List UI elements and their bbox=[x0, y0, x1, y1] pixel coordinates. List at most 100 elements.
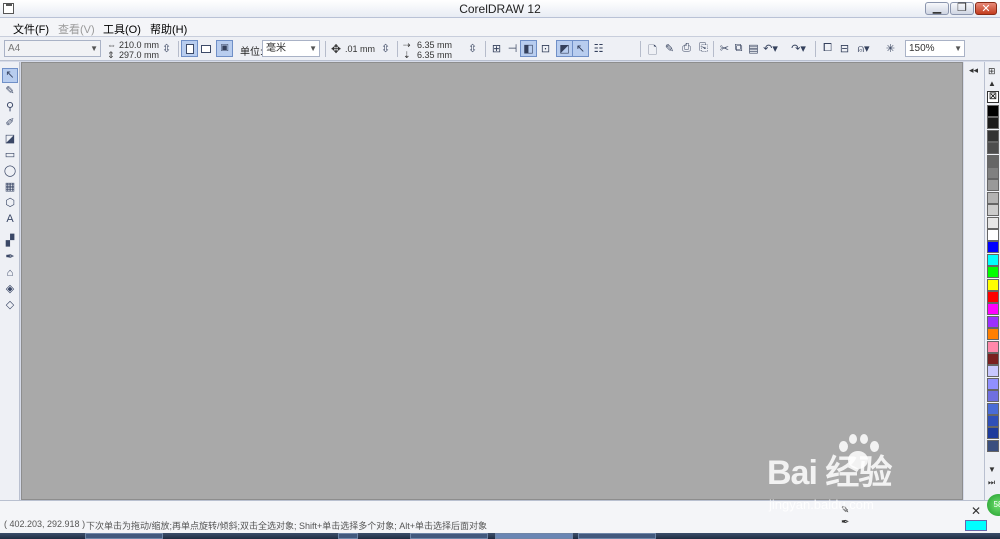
spin-button[interactable]: ⇳ bbox=[158, 40, 175, 57]
color-swatch[interactable] bbox=[987, 415, 999, 427]
interactive-blend-tool[interactable]: ▞ bbox=[2, 234, 18, 249]
treat-as-filled-button[interactable]: ◩ bbox=[556, 40, 573, 57]
menu-help[interactable]: 帮助(H) bbox=[150, 21, 187, 37]
color-swatch[interactable] bbox=[987, 377, 999, 390]
snap-grid-button[interactable]: ⊞ bbox=[488, 40, 505, 57]
menu-file[interactable]: 文件(F) bbox=[13, 21, 49, 37]
color-swatch[interactable] bbox=[987, 129, 999, 142]
outline-tool[interactable]: ⌂ bbox=[2, 266, 18, 281]
color-swatch[interactable] bbox=[987, 142, 999, 155]
duplicate-x-field[interactable]: 6.35 mm bbox=[417, 40, 452, 50]
ellipse-tool[interactable]: ◯ bbox=[2, 164, 18, 179]
landscape-button[interactable] bbox=[197, 40, 214, 57]
smart-fill-tool[interactable]: ◪ bbox=[2, 132, 18, 147]
color-swatch[interactable] bbox=[987, 340, 999, 353]
color-swatch[interactable] bbox=[987, 253, 999, 266]
color-swatch[interactable] bbox=[987, 291, 999, 303]
eyedropper-tool[interactable]: ✒ bbox=[2, 250, 18, 265]
page-size-select[interactable]: A4 ▼ bbox=[4, 40, 101, 57]
drawing-canvas[interactable] bbox=[21, 62, 963, 500]
nudge-field[interactable]: .01 mm bbox=[345, 44, 375, 54]
color-swatch[interactable] bbox=[987, 365, 999, 378]
outline-none-icon[interactable]: ✕ bbox=[966, 505, 986, 517]
collapse-docker-icon[interactable]: ◂◂ bbox=[969, 65, 978, 76]
property-bar: A4 ▼ ⇔ 210.0 mm ⇕ 297.0 mm ⇳ ▣ 单位: 毫米 ▼ … bbox=[0, 37, 1000, 61]
dynamic-guides-button[interactable]: ⊡ bbox=[537, 40, 554, 57]
options-button[interactable]: ☷ bbox=[590, 40, 607, 57]
text-tool[interactable]: A bbox=[2, 212, 18, 227]
pick-tool[interactable]: ↖ bbox=[2, 68, 18, 83]
export-button[interactable]: ⎘ bbox=[695, 40, 712, 57]
fill-color-indicator[interactable] bbox=[965, 520, 987, 531]
zoom-tool[interactable]: ⚲ bbox=[2, 100, 18, 115]
color-swatch[interactable] bbox=[987, 427, 999, 440]
zoom-select[interactable]: 150% ▼ bbox=[905, 40, 965, 57]
undo-button[interactable]: ↶▾ bbox=[762, 40, 779, 57]
color-swatch[interactable] bbox=[987, 390, 999, 403]
taskbar-button[interactable] bbox=[578, 533, 656, 539]
close-button[interactable]: ✕ bbox=[975, 2, 997, 15]
snap-objects-button[interactable]: ◧ bbox=[520, 40, 537, 57]
taskbar-button[interactable] bbox=[85, 533, 163, 539]
scroll-end-icon[interactable]: ⏭ bbox=[988, 478, 995, 488]
basic-shapes-tool[interactable]: ⬡ bbox=[2, 196, 18, 211]
snap-guides-button[interactable]: ⊣ bbox=[504, 40, 521, 57]
color-swatch[interactable] bbox=[987, 402, 999, 415]
color-swatch[interactable] bbox=[987, 229, 999, 241]
color-swatch[interactable] bbox=[987, 117, 999, 130]
all-pages-button[interactable]: ▣ bbox=[216, 40, 233, 57]
units-select[interactable]: 毫米 ▼ bbox=[262, 40, 320, 57]
color-swatch[interactable] bbox=[987, 266, 999, 279]
corel-online-button[interactable]: ✳ bbox=[882, 40, 899, 57]
page-width-field[interactable]: 210.0 mm bbox=[119, 40, 159, 50]
maximize-button[interactable]: ❐ bbox=[950, 2, 974, 15]
minimize-button[interactable]: ▁ bbox=[925, 2, 949, 15]
shape-tool[interactable]: ✎ bbox=[2, 84, 18, 99]
color-swatch[interactable] bbox=[987, 154, 999, 167]
color-swatch[interactable] bbox=[987, 105, 999, 117]
dynamic-guides-icon: ⊡ bbox=[540, 43, 551, 55]
dup-spin-button[interactable]: ⇳ bbox=[464, 40, 481, 57]
taskbar-button[interactable] bbox=[495, 533, 573, 539]
taskbar-button[interactable] bbox=[410, 533, 488, 539]
rectangle-tool[interactable]: ▭ bbox=[2, 148, 18, 163]
color-swatch[interactable] bbox=[987, 167, 999, 179]
page-height-field[interactable]: 297.0 mm bbox=[119, 50, 159, 60]
nudge-spin-button[interactable]: ⇳ bbox=[377, 40, 394, 57]
color-swatch[interactable] bbox=[987, 179, 999, 192]
color-swatch[interactable] bbox=[987, 191, 999, 204]
menu-view[interactable]: 查看(V) bbox=[58, 21, 95, 37]
scroll-up-icon[interactable]: ▲ bbox=[988, 79, 996, 88]
color-swatch[interactable] bbox=[987, 204, 999, 217]
color-swatch[interactable] bbox=[987, 241, 999, 254]
duplicate-y-field[interactable]: 6.35 mm bbox=[417, 50, 452, 60]
redo-button[interactable]: ↷▾ bbox=[790, 40, 807, 57]
interactive-fill-tool[interactable]: ◇ bbox=[2, 298, 18, 313]
import-button[interactable]: ⎙ bbox=[678, 40, 695, 57]
draw-behind-button[interactable]: ↖ bbox=[572, 40, 589, 57]
dup-y-icon: ⇣ bbox=[403, 50, 411, 60]
paste-button[interactable]: ▤ bbox=[745, 40, 762, 57]
arrange-button[interactable]: ⊟ bbox=[836, 40, 853, 57]
menu-tools[interactable]: 工具(O) bbox=[103, 21, 141, 37]
color-swatch[interactable] bbox=[987, 315, 999, 328]
color-swatch[interactable] bbox=[987, 328, 999, 341]
fill-tool[interactable]: ◈ bbox=[2, 282, 18, 297]
color-swatch[interactable] bbox=[987, 439, 999, 452]
new-doc-button[interactable]: 🗋 bbox=[644, 40, 661, 57]
separator bbox=[485, 41, 486, 57]
color-swatch[interactable] bbox=[987, 353, 999, 365]
freehand-tool[interactable]: ✐ bbox=[2, 116, 18, 131]
no-fill-swatch[interactable]: ⊠ bbox=[987, 91, 999, 103]
fill-dropdown-button[interactable]: ⍝▾ bbox=[855, 40, 872, 57]
graph-paper-tool[interactable]: ▦ bbox=[2, 180, 18, 195]
open-doc-button[interactable]: ✎ bbox=[661, 40, 678, 57]
color-swatch[interactable] bbox=[987, 216, 999, 229]
palette-options-icon[interactable]: ⊞ bbox=[988, 66, 996, 77]
taskbar-button[interactable] bbox=[338, 533, 358, 539]
portrait-button[interactable] bbox=[181, 40, 198, 57]
group-button[interactable]: ⧠ bbox=[819, 40, 836, 57]
color-swatch[interactable] bbox=[987, 278, 999, 291]
scroll-down-icon[interactable]: ▼ bbox=[988, 465, 996, 474]
color-swatch[interactable] bbox=[987, 303, 999, 316]
